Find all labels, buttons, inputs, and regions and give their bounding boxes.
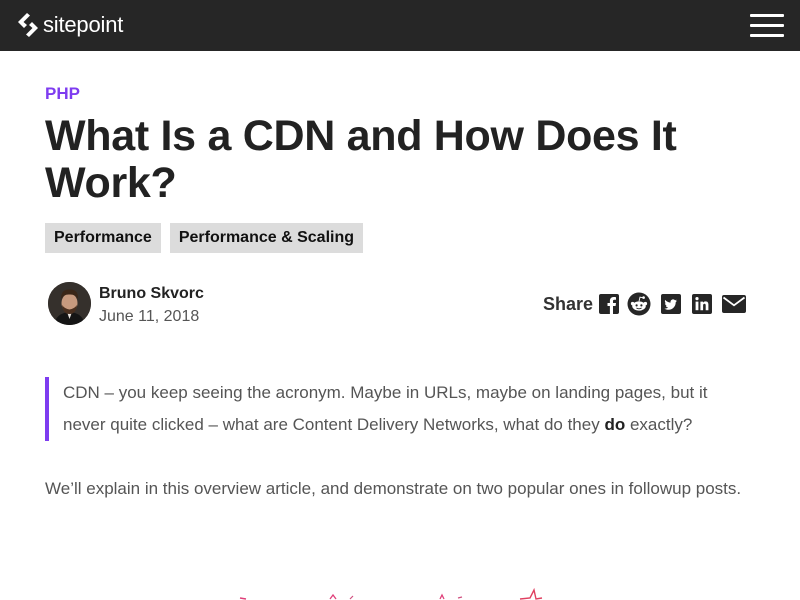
share-label: Share — [543, 294, 594, 314]
article-lead-quote: CDN – you keep seeing the acronym. Maybe… — [45, 377, 745, 441]
facebook-icon[interactable] — [597, 292, 621, 316]
article-title: What Is a CDN and How Does It Work? — [45, 112, 677, 207]
lead-emphasis: do — [604, 415, 626, 434]
sitepoint-logo[interactable]: sitepoint — [16, 11, 123, 39]
article-paragraph: We’ll explain in this overview article, … — [45, 479, 742, 498]
author-name[interactable]: Bruno Skvorc — [99, 284, 204, 303]
article-tags: Performance Performance & Scaling — [45, 223, 363, 253]
article-category-link[interactable]: PHP — [45, 84, 80, 104]
tag-performance[interactable]: Performance — [45, 223, 161, 253]
article-illustration-partial — [239, 587, 543, 600]
hamburger-menu-icon[interactable] — [750, 14, 784, 38]
site-header: sitepoint — [0, 0, 800, 51]
author-photo — [48, 282, 91, 325]
menu-bar — [750, 24, 784, 27]
twitter-icon[interactable] — [659, 292, 683, 316]
tag-performance-scaling[interactable]: Performance & Scaling — [169, 223, 363, 253]
brand-name: sitepoint — [43, 12, 124, 37]
reddit-icon[interactable] — [627, 292, 651, 316]
menu-bar — [750, 34, 784, 37]
author-avatar[interactable] — [48, 282, 91, 325]
sitepoint-logo-icon — [18, 13, 38, 37]
menu-bar — [750, 14, 784, 17]
publish-date: June 11, 2018 — [99, 308, 200, 325]
linkedin-icon[interactable] — [690, 292, 714, 316]
email-icon[interactable] — [721, 292, 747, 316]
lead-text-end: exactly? — [625, 415, 693, 434]
share-icons — [597, 292, 747, 316]
